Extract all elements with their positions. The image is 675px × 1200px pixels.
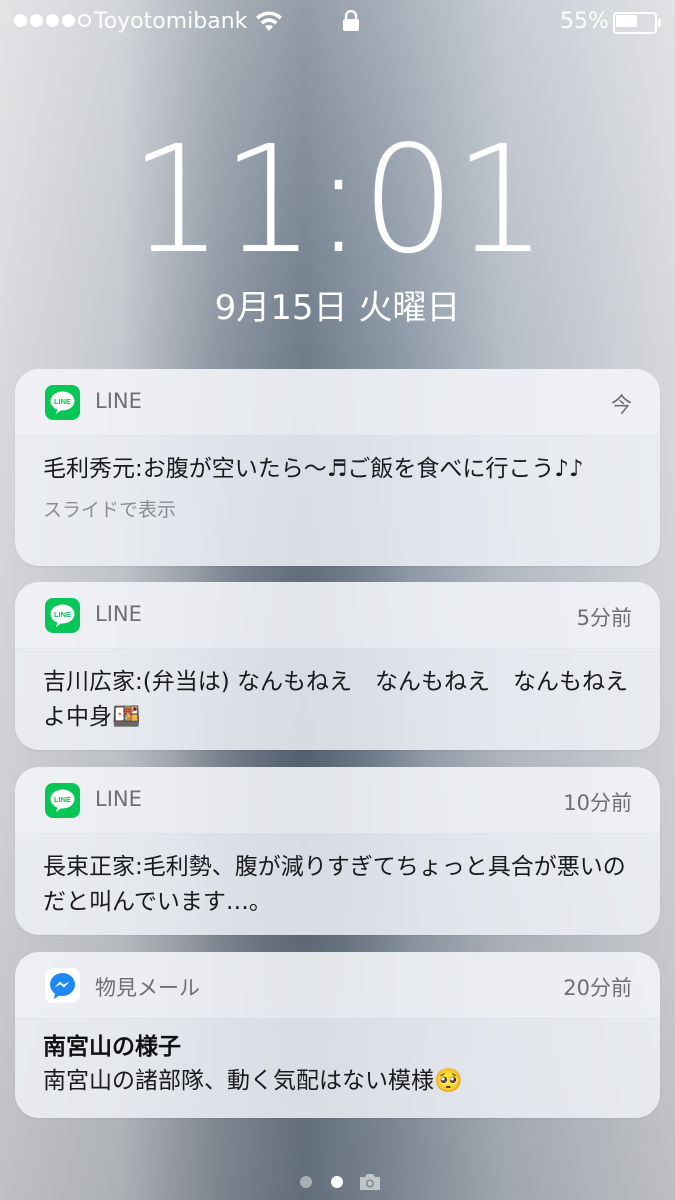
camera-icon[interactable] xyxy=(358,1172,382,1196)
notification-header: 物見メール 20分前 xyxy=(15,952,660,1019)
svg-text:LINE: LINE xyxy=(54,795,71,804)
notification-app-name: LINE xyxy=(95,389,142,413)
svg-text:LINE: LINE xyxy=(54,397,71,406)
signal-strength-icon xyxy=(14,14,91,27)
page-dot-current[interactable] xyxy=(331,1176,343,1188)
line-icon: LINE xyxy=(45,783,80,818)
notification-time: 10分前 xyxy=(563,791,632,815)
page-dot[interactable] xyxy=(300,1176,312,1188)
notification-card[interactable]: LINE LINE 今 毛利秀元:お腹が空いたら〜♬ご飯を食べに行こう♪♪ スラ… xyxy=(15,369,660,566)
notification-message: 長束正家:毛利勢、腹が減りすぎてちょっと具合が悪いのだと叫んでいます…。 xyxy=(43,854,626,915)
notification-time: 20分前 xyxy=(563,976,632,1000)
notification-card[interactable]: 物見メール 20分前 南宮山の様子 南宮山の諸部隊、動く気配はない模様🥺 xyxy=(15,952,660,1118)
lock-icon xyxy=(342,9,360,38)
svg-text:LINE: LINE xyxy=(54,610,71,619)
notification-header: LINE LINE 5分前 xyxy=(15,582,660,649)
notification-app-name: LINE xyxy=(95,787,142,811)
battery-icon xyxy=(613,12,661,34)
notification-message: 吉川広家:(弁当は) なんもねえ なんもねえ なんもねえよ中身🍱 xyxy=(43,669,629,730)
notification-card[interactable]: LINE LINE 10分前 長束正家:毛利勢、腹が減りすぎてちょっと具合が悪い… xyxy=(15,767,660,935)
notification-message: 南宮山の諸部隊、動く気配はない模様🥺 xyxy=(43,1068,463,1094)
carrier-name: Toyotomibank xyxy=(94,9,248,34)
battery-percentage: 55% xyxy=(560,9,609,34)
lock-screen-date: 9月15日 火曜日 xyxy=(214,288,461,328)
status-bar: Toyotomibank 55% xyxy=(0,0,675,44)
notification-card[interactable]: LINE LINE 5分前 吉川広家:(弁当は) なんもねえ なんもねえ なんも… xyxy=(15,582,660,750)
notification-header: LINE LINE 10分前 xyxy=(15,767,660,834)
notification-app-name: 物見メール xyxy=(95,976,200,1000)
line-icon: LINE xyxy=(45,385,80,420)
notification-time: 今 xyxy=(611,393,632,417)
lock-screen-time: 11:01 xyxy=(129,114,548,286)
notification-title: 南宮山の様子 xyxy=(43,1034,181,1060)
line-icon: LINE xyxy=(45,598,80,633)
page-indicator[interactable] xyxy=(0,1172,675,1192)
notification-message: 毛利秀元:お腹が空いたら〜♬ご飯を食べに行こう♪♪ xyxy=(43,456,584,482)
slide-to-view-hint: スライドで表示 xyxy=(43,499,177,521)
notification-header: LINE LINE 今 xyxy=(15,369,660,436)
notification-app-name: LINE xyxy=(95,602,142,626)
notification-time: 5分前 xyxy=(576,606,632,630)
wifi-icon xyxy=(254,9,284,39)
messenger-icon xyxy=(45,968,80,1003)
